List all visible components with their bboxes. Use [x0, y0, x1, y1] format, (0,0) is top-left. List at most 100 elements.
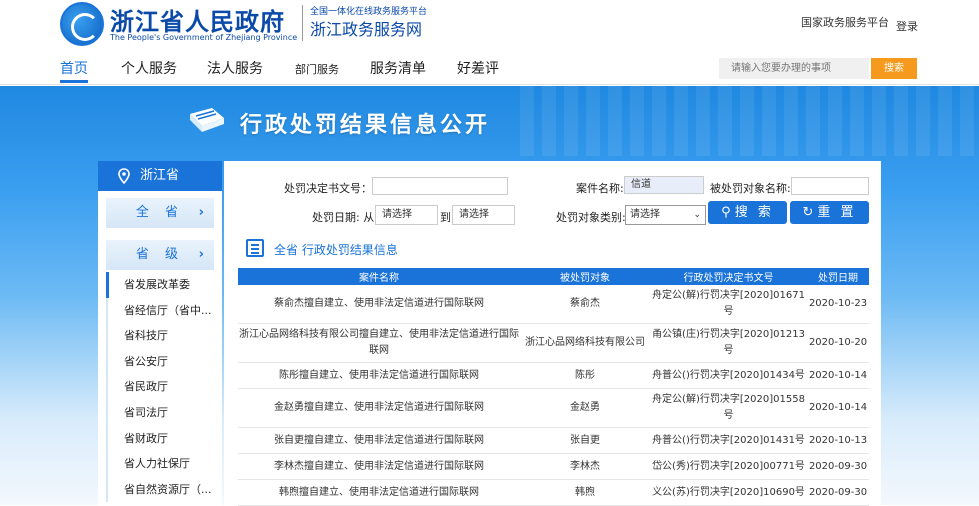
- chevron-right-icon: ›: [198, 205, 204, 220]
- start-date-input[interactable]: 请选择: [375, 205, 438, 225]
- search-icon: ⚲: [721, 205, 731, 220]
- cell-case-name[interactable]: 陈彤擅自建立、使用非法定信道进行国际联网: [238, 362, 520, 389]
- cell-target: 李林杰: [520, 453, 650, 480]
- table-row[interactable]: 浙江心品网络科技有限公司擅自建立、使用非法定信道进行国际联网 浙江心品网络科技有…: [238, 323, 869, 363]
- site-search-input[interactable]: [719, 58, 869, 79]
- nav-feedback[interactable]: 好差评: [457, 58, 499, 78]
- col-header-target[interactable]: 被处罚对象: [520, 268, 650, 285]
- all-province-button[interactable]: 全 省 ›: [106, 198, 214, 228]
- all-province-label: 全 省: [135, 205, 185, 220]
- col-header-doc-number[interactable]: 行政处罚决定书文号: [650, 268, 807, 285]
- cell-target: 陈彤: [520, 362, 650, 389]
- cell-date: 2020-09-30: [807, 453, 869, 480]
- provincial-level-label: 省 级: [135, 247, 185, 262]
- date-to-label: 到: [440, 211, 451, 224]
- table-row[interactable]: 李林杰擅自建立、使用非法定信道进行国际联网 李林杰 岱公(秀)行罚决字[2020…: [238, 453, 869, 480]
- sidebar-item-department[interactable]: 省财政厅: [108, 426, 214, 452]
- results-section-title: 全省 行政处罚结果信息: [274, 243, 398, 257]
- doc-number-label: 处罚决定书文号：: [284, 182, 372, 195]
- sidebar-item-department[interactable]: 省民政厅: [108, 374, 214, 400]
- target-type-value: 请选择: [630, 209, 660, 220]
- refresh-icon: ↻: [802, 205, 814, 220]
- case-name-label: 案件名称:: [576, 182, 624, 195]
- cell-target: 张自更: [520, 427, 650, 454]
- case-name-input[interactable]: 信道: [624, 176, 704, 194]
- page-title: 行政处罚结果信息公开: [240, 113, 491, 138]
- cell-doc-number: 舟定公(解)行罚决字[2020]01558号: [650, 388, 807, 428]
- table-row[interactable]: 金赵勇擅自建立、使用非法定信道进行国际联网 金赵勇 舟定公(解)行罚决字[202…: [238, 388, 869, 428]
- nav-personal-services[interactable]: 个人服务: [121, 58, 177, 78]
- col-header-date[interactable]: 处罚日期: [807, 268, 869, 285]
- site-search-button[interactable]: 搜索: [871, 58, 917, 79]
- search-button-label: 搜 索: [734, 205, 774, 220]
- table-row[interactable]: 蔡俞杰擅自建立、使用非法定信道进行国际联网 蔡俞杰 舟定公(解)行罚决字[202…: [238, 285, 869, 324]
- chevron-right-icon: ›: [198, 247, 204, 262]
- cell-case-name[interactable]: 张自更擅自建立、使用非法定信道进行国际联网: [238, 427, 520, 454]
- table-row[interactable]: 陈彤擅自建立、使用非法定信道进行国际联网 陈彤 舟普公()行罚决字[2020]0…: [238, 362, 869, 389]
- cell-target: 蔡俞杰: [520, 285, 650, 324]
- logo-divider: [302, 5, 303, 41]
- penalty-results-table: 案件名称 被处罚对象 行政处罚决定书文号 处罚日期 蔡俞杰擅自建立、使用非法定信…: [238, 268, 869, 506]
- target-type-label: 处罚对象类别:: [556, 211, 626, 224]
- cell-date: 2020-09-30: [807, 479, 869, 506]
- cell-doc-number: 甬公镇(庄)行罚决字[2020]01213号: [650, 323, 807, 363]
- cell-date: 2020-10-23: [807, 285, 869, 324]
- target-type-select[interactable]: 请选择 ⌄: [625, 205, 706, 225]
- sidebar-item-department[interactable]: 省经信厅（省中...: [108, 298, 214, 324]
- sidebar-item-department[interactable]: 省自然资源厅（...: [108, 477, 214, 503]
- nav-corporate-services[interactable]: 法人服务: [207, 58, 263, 78]
- chevron-down-icon: ⌄: [693, 210, 701, 220]
- nav-home[interactable]: 首页: [60, 58, 88, 78]
- target-name-input[interactable]: [791, 177, 869, 195]
- region-sidebar: 浙江省 全 省 › 省 级 › 省发展改革委 省经信厅（省中... 省科技厅 省…: [98, 161, 222, 505]
- site-logo-subtitle: The People's Government of Zhejiang Prov…: [110, 33, 298, 42]
- sidebar-item-department[interactable]: 省科技厅: [108, 323, 214, 349]
- cell-doc-number: 舟普公()行罚决字[2020]01431号: [650, 427, 807, 454]
- platform-name[interactable]: 浙江政务服务网: [310, 16, 422, 40]
- doc-number-input[interactable]: [372, 177, 508, 195]
- cell-target: 浙江心品网络科技有限公司: [520, 323, 650, 363]
- cell-doc-number: 岱公(秀)行罚决字[2020]00771号: [650, 453, 807, 480]
- province-name: 浙江省: [140, 168, 180, 183]
- search-button[interactable]: ⚲ 搜 索: [708, 201, 787, 224]
- province-header[interactable]: 浙江省: [98, 161, 222, 191]
- book-icon: [190, 108, 224, 132]
- cell-case-name[interactable]: 金赵勇擅自建立、使用非法定信道进行国际联网: [238, 388, 520, 428]
- table-row[interactable]: 韩煦擅自建立、使用非法定信道进行国际联网 韩煦 义公(苏)行罚决字[2020]1…: [238, 479, 869, 506]
- nav-department-services[interactable]: 部门服务: [295, 61, 339, 77]
- cell-date: 2020-10-14: [807, 388, 869, 428]
- cell-case-name[interactable]: 浙江心品网络科技有限公司擅自建立、使用非法定信道进行国际联网: [238, 323, 520, 363]
- provincial-level-button[interactable]: 省 级 ›: [106, 240, 214, 270]
- reset-button[interactable]: ↻ 重 置: [790, 201, 869, 224]
- sidebar-item-department[interactable]: 省发展改革委: [106, 272, 214, 298]
- sidebar-item-department[interactable]: 省司法厅: [108, 400, 214, 426]
- target-name-label: 被处罚对象名称:: [710, 182, 791, 195]
- cell-case-name[interactable]: 蔡俞杰擅自建立、使用非法定信道进行国际联网: [238, 285, 520, 324]
- banner-decoration: [520, 86, 979, 156]
- government-emblem-icon[interactable]: [60, 2, 104, 46]
- list-icon: [246, 239, 264, 257]
- table-row[interactable]: 张自更擅自建立、使用非法定信道进行国际联网 张自更 舟普公()行罚决字[2020…: [238, 427, 869, 454]
- cell-target: 金赵勇: [520, 388, 650, 428]
- nav-active-indicator: [60, 80, 88, 83]
- cell-target: 韩煦: [520, 479, 650, 506]
- cell-date: 2020-10-20: [807, 323, 869, 363]
- sidebar-item-department[interactable]: 省人力社保厅: [108, 451, 214, 477]
- cell-case-name[interactable]: 韩煦擅自建立、使用非法定信道进行国际联网: [238, 479, 520, 506]
- cell-case-name[interactable]: 李林杰擅自建立、使用非法定信道进行国际联网: [238, 453, 520, 480]
- site-logo-title[interactable]: 浙江省人民政府: [110, 2, 285, 37]
- end-date-input[interactable]: 请选择: [452, 205, 515, 225]
- reset-button-label: 重 置: [817, 205, 857, 220]
- department-list: 省发展改革委 省经信厅（省中... 省科技厅 省公安厅 省民政厅 省司法厅 省财…: [106, 272, 214, 503]
- nav-service-list[interactable]: 服务清单: [370, 58, 426, 78]
- login-link[interactable]: 登录: [896, 18, 918, 34]
- location-pin-icon: [118, 168, 130, 184]
- sidebar-item-department[interactable]: 省公安厅: [108, 349, 214, 375]
- date-range-label: 处罚日期: 从: [312, 211, 375, 224]
- col-header-case-name[interactable]: 案件名称: [238, 268, 520, 285]
- site-header: 浙江省人民政府 The People's Government of Zheji…: [0, 0, 979, 50]
- cell-date: 2020-10-14: [807, 362, 869, 389]
- national-platform-link[interactable]: 国家政务服务平台: [801, 14, 889, 30]
- cell-doc-number: 舟普公()行罚决字[2020]01434号: [650, 362, 807, 389]
- cell-date: 2020-10-13: [807, 427, 869, 454]
